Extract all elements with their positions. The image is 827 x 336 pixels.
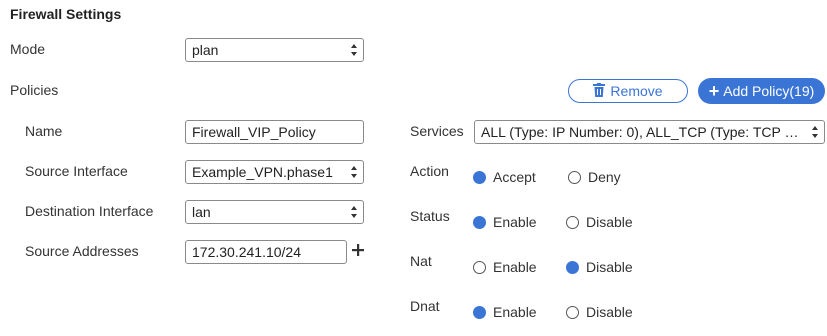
action-deny-radio[interactable]: Deny xyxy=(568,169,621,185)
source-addresses-value: 172.30.241.10/24 xyxy=(192,244,301,260)
action-label: Action xyxy=(410,163,449,179)
dnat-disable-label: Disable xyxy=(586,304,633,320)
dnat-label: Dnat xyxy=(410,298,440,314)
source-interface-select[interactable]: Example_VPN.phase1 xyxy=(185,160,364,184)
destination-interface-label: Destination Interface xyxy=(25,203,154,219)
action-accept-label: Accept xyxy=(493,169,536,185)
mode-select-value: plan xyxy=(192,42,219,58)
destination-interface-select[interactable]: lan xyxy=(185,200,364,224)
status-disable-label: Disable xyxy=(586,214,633,230)
add-policy-button[interactable]: + Add Policy(19) xyxy=(698,78,825,104)
plus-icon: + xyxy=(708,81,720,101)
add-policy-button-label: Add Policy(19) xyxy=(723,83,815,99)
status-label: Status xyxy=(410,208,450,224)
radio-unchecked-icon xyxy=(566,215,579,229)
dnat-enable-label: Enable xyxy=(493,304,537,320)
status-enable-radio[interactable]: Enable xyxy=(473,214,537,230)
mode-label: Mode xyxy=(10,41,46,57)
services-select[interactable]: ALL (Type: IP Number: 0), ALL_TCP (Type:… xyxy=(474,120,825,144)
add-address-icon[interactable] xyxy=(351,243,365,257)
action-deny-label: Deny xyxy=(588,169,621,185)
dnat-disable-radio[interactable]: Disable xyxy=(566,304,633,320)
mode-select[interactable]: plan xyxy=(185,38,364,62)
status-disable-radio[interactable]: Disable xyxy=(566,214,633,230)
dnat-enable-radio[interactable]: Enable xyxy=(473,304,537,320)
radio-unchecked-icon xyxy=(473,260,486,274)
name-label: Name xyxy=(25,123,63,139)
radio-unchecked-icon xyxy=(566,305,579,319)
select-caret-icon xyxy=(812,126,819,138)
page-title: Firewall Settings xyxy=(10,6,122,22)
source-addresses-input[interactable]: 172.30.241.10/24 xyxy=(185,240,347,264)
source-interface-value: Example_VPN.phase1 xyxy=(192,164,333,180)
name-input-value: Firewall_VIP_Policy xyxy=(192,124,316,140)
destination-interface-value: lan xyxy=(192,204,211,220)
nat-disable-radio[interactable]: Disable xyxy=(566,259,633,275)
policies-label: Policies xyxy=(10,82,59,98)
source-interface-label: Source Interface xyxy=(25,163,128,179)
select-caret-icon xyxy=(351,206,358,218)
nat-label: Nat xyxy=(410,253,432,269)
radio-checked-icon xyxy=(473,215,486,229)
trash-icon xyxy=(593,82,606,100)
remove-button-label: Remove xyxy=(610,83,663,99)
services-label: Services xyxy=(410,123,464,139)
remove-button[interactable]: Remove xyxy=(568,79,688,103)
action-accept-radio[interactable]: Accept xyxy=(473,169,536,185)
radio-checked-icon xyxy=(566,260,579,274)
nat-disable-label: Disable xyxy=(586,259,633,275)
name-input[interactable]: Firewall_VIP_Policy xyxy=(185,120,364,144)
select-caret-icon xyxy=(351,44,358,56)
radio-checked-icon xyxy=(473,305,486,319)
status-enable-label: Enable xyxy=(493,214,537,230)
source-addresses-label: Source Addresses xyxy=(25,243,139,259)
select-caret-icon xyxy=(351,166,358,178)
services-value: ALL (Type: IP Number: 0), ALL_TCP (Type:… xyxy=(481,124,822,140)
radio-checked-icon xyxy=(473,170,486,184)
radio-unchecked-icon xyxy=(568,170,581,184)
nat-enable-label: Enable xyxy=(493,259,537,275)
nat-enable-radio[interactable]: Enable xyxy=(473,259,537,275)
